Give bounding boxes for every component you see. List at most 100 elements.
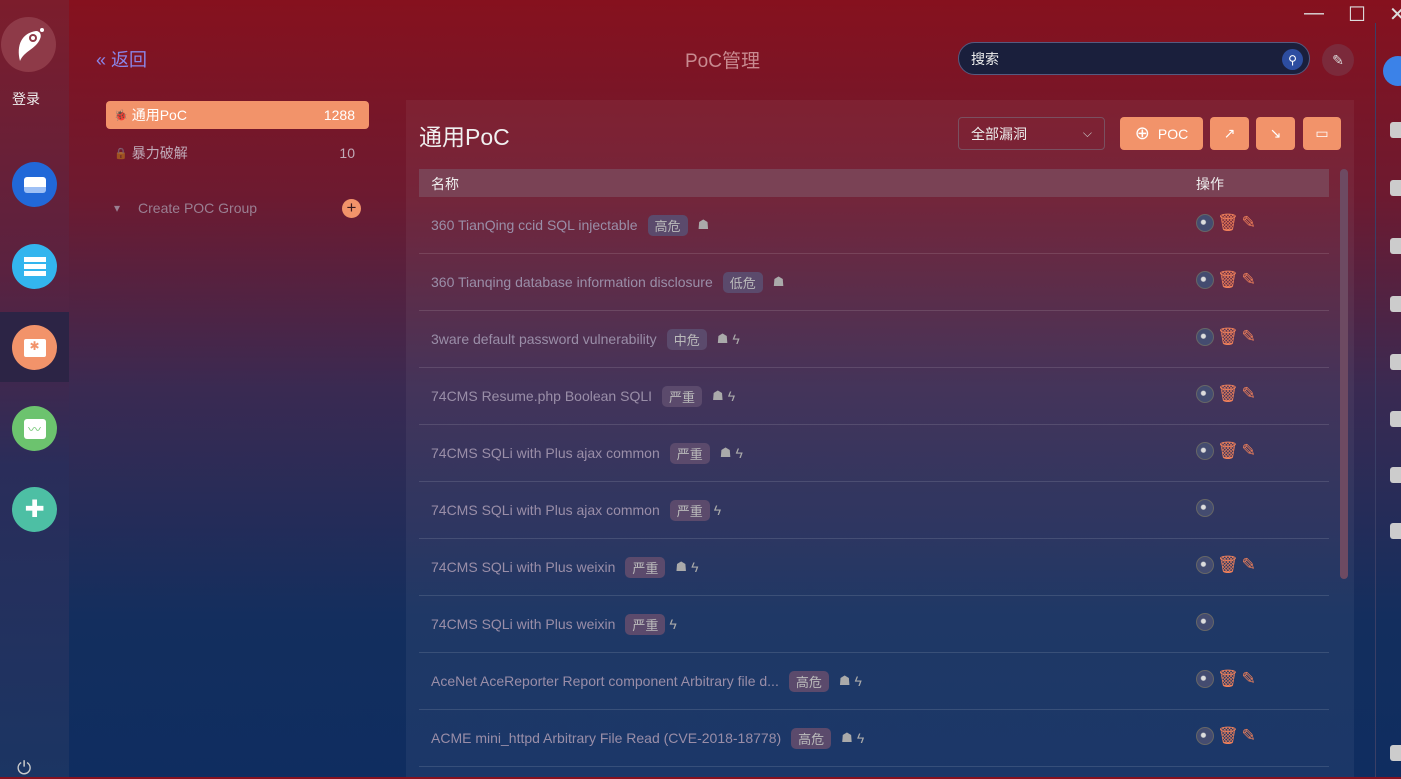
poc-name: 74CMS SQLi with Plus ajax common	[431, 445, 660, 461]
power-icon[interactable]: ⏻	[17, 758, 31, 779]
table-row[interactable]: 74CMS SQLi with Plus ajax common 严重 ϟ	[419, 482, 1329, 539]
delete-icon[interactable]: 🗑	[1217, 442, 1239, 460]
right-add-icon[interactable]	[1383, 56, 1401, 86]
right-bug-icon[interactable]	[1390, 354, 1401, 370]
right-ip-icon[interactable]	[1390, 296, 1401, 312]
poc-name: 360 TianQing ccid SQL injectable	[431, 217, 638, 233]
maximize-button[interactable]: ☐	[1348, 2, 1366, 27]
toggle-icon[interactable]	[1196, 442, 1214, 460]
edit-icon[interactable]: ✎	[1242, 328, 1256, 346]
add-group-icon[interactable]: +	[342, 198, 361, 218]
folder-icon[interactable]: ▭	[1303, 117, 1341, 150]
severity-badge: 严重	[662, 385, 703, 407]
delete-icon[interactable]: 🗑	[1217, 670, 1239, 688]
search-input[interactable]: 搜索 ⚲	[958, 42, 1310, 75]
table-row[interactable]: 74CMS Resume.php Boolean SQLI 严重 ☗ ϟ 🗑 ✎	[419, 368, 1329, 425]
poc-name: 74CMS Resume.php Boolean SQLI	[431, 388, 653, 404]
right-plugin-icon-2[interactable]	[1390, 523, 1401, 539]
ghost-icon: ☗	[841, 730, 853, 745]
poc-name: AceNet AceReporter Report component Arbi…	[431, 673, 779, 689]
bolt-icon: ϟ	[735, 445, 743, 461]
search-icon[interactable]: ⚲	[1282, 49, 1303, 70]
table-row[interactable]: 74CMS SQLi with Plus ajax common 严重 ☗ ϟ 🗑 ✎	[419, 425, 1329, 482]
poc-name: 74CMS SQLi with Plus weixin	[431, 616, 616, 632]
nav-poc-bug-icon[interactable]: ✱	[12, 325, 57, 370]
table-row[interactable]: 360 Tianqing database information disclo…	[419, 254, 1329, 311]
edit-icon[interactable]: ✎	[1242, 727, 1256, 745]
filter-value: 全部漏洞	[971, 125, 1027, 142]
severity-badge: 低危	[722, 271, 763, 293]
right-plugin-icon[interactable]	[1390, 467, 1401, 483]
toggle-icon[interactable]	[1196, 271, 1214, 289]
poc-name: 3ware default password vulnerability	[431, 331, 657, 347]
poc-name: ACME mini_httpd Arbitrary File Read (CVE…	[431, 730, 782, 746]
nav-chart-icon[interactable]: 〰	[12, 406, 57, 451]
minimize-button[interactable]: —	[1304, 2, 1324, 25]
table-row[interactable]: 360 TianQing ccid SQL injectable 高危 ☗ 🗑 ✎	[419, 197, 1329, 254]
severity-badge: 严重	[625, 613, 666, 635]
ghost-icon: ☗	[675, 559, 688, 574]
table-row[interactable]: 74CMS SQLi with Plus weixin 严重 ☗ ϟ 🗑 ✎	[419, 539, 1329, 596]
toggle-icon[interactable]	[1196, 328, 1214, 346]
search-placeholder: 搜索	[971, 50, 999, 67]
add-poc-label: POC	[1157, 125, 1189, 142]
right-monitor-icon[interactable]	[1390, 238, 1401, 254]
bolt-icon: ϟ	[856, 730, 865, 746]
sidebar-item-label: 暴力破解	[131, 145, 188, 161]
edit-icon[interactable]: ✎	[1242, 556, 1256, 574]
severity-badge: 高危	[788, 670, 829, 692]
toggle-icon[interactable]	[1196, 727, 1214, 745]
toggle-icon[interactable]	[1196, 214, 1214, 232]
nav-rail	[0, 0, 69, 777]
ghost-icon: ☗	[697, 217, 710, 232]
edit-icon[interactable]: ✎	[1322, 44, 1354, 76]
app-logo[interactable]	[1, 17, 56, 72]
right-chart-icon[interactable]	[1390, 411, 1401, 427]
delete-icon[interactable]: 🗑	[1217, 727, 1239, 745]
scrollbar[interactable]	[1340, 169, 1348, 579]
right-bug-icon-2[interactable]	[1390, 745, 1401, 761]
sidebar-item-brute-force[interactable]: 🔒 暴力破解 10	[106, 139, 369, 167]
table-row[interactable]: 3ware default password vulnerability 中危 ☗ ϟ…	[419, 311, 1329, 368]
bug-icon: 🐞	[114, 109, 128, 122]
create-poc-group[interactable]: ▾ Create POC Group +	[106, 194, 369, 222]
bolt-icon: ϟ	[854, 673, 862, 689]
table-row[interactable]: AceNet AceReporter Report component Arbi…	[419, 653, 1329, 710]
edit-icon[interactable]: ✎	[1242, 442, 1256, 460]
bolt-icon: ϟ	[727, 388, 736, 404]
column-actions: 操作	[1196, 176, 1224, 192]
delete-icon[interactable]: 🗑	[1217, 385, 1239, 403]
delete-icon[interactable]: 🗑	[1217, 328, 1239, 346]
right-tool-icon[interactable]	[1390, 122, 1401, 138]
delete-icon[interactable]: 🗑	[1217, 214, 1239, 232]
toggle-icon[interactable]	[1196, 385, 1214, 403]
edit-icon[interactable]: ✎	[1242, 670, 1256, 688]
nav-scan-icon[interactable]	[12, 162, 57, 207]
toggle-icon[interactable]	[1196, 670, 1214, 688]
bolt-icon: ϟ	[669, 616, 677, 632]
toggle-icon[interactable]	[1196, 556, 1214, 574]
toggle-icon[interactable]	[1196, 613, 1214, 631]
poc-name: 360 Tianqing database information disclo…	[431, 274, 713, 290]
export-icon[interactable]: ↗	[1210, 117, 1249, 150]
delete-icon[interactable]: 🗑	[1217, 271, 1239, 289]
close-button[interactable]: ✕	[1389, 2, 1401, 27]
back-link[interactable]: « 返回	[96, 46, 147, 72]
login-link[interactable]: 登录	[12, 89, 40, 109]
toggle-icon[interactable]	[1196, 499, 1214, 517]
delete-icon[interactable]: 🗑	[1217, 556, 1239, 574]
right-doc-icon[interactable]	[1390, 180, 1401, 196]
add-poc-button[interactable]: ⊕ POC	[1120, 117, 1203, 150]
severity-badge: 严重	[625, 556, 666, 578]
import-icon[interactable]: ↘	[1256, 117, 1295, 150]
table-row[interactable]: 74CMS SQLi with Plus weixin 严重 ϟ	[419, 596, 1329, 653]
edit-icon[interactable]: ✎	[1242, 385, 1256, 403]
edit-icon[interactable]: ✎	[1242, 271, 1256, 289]
vuln-filter-select[interactable]: 全部漏洞 ⌵	[958, 117, 1105, 150]
nav-server-icon[interactable]	[12, 244, 57, 289]
sidebar-item-general-poc[interactable]: 🐞 通用PoC 1288	[106, 101, 369, 129]
nav-plugin-icon[interactable]: ✚	[12, 487, 57, 532]
table-row[interactable]: ACME mini_httpd Arbitrary File Read (CVE…	[419, 710, 1329, 767]
edit-icon[interactable]: ✎	[1242, 214, 1256, 232]
bolt-icon: ϟ	[732, 331, 740, 347]
